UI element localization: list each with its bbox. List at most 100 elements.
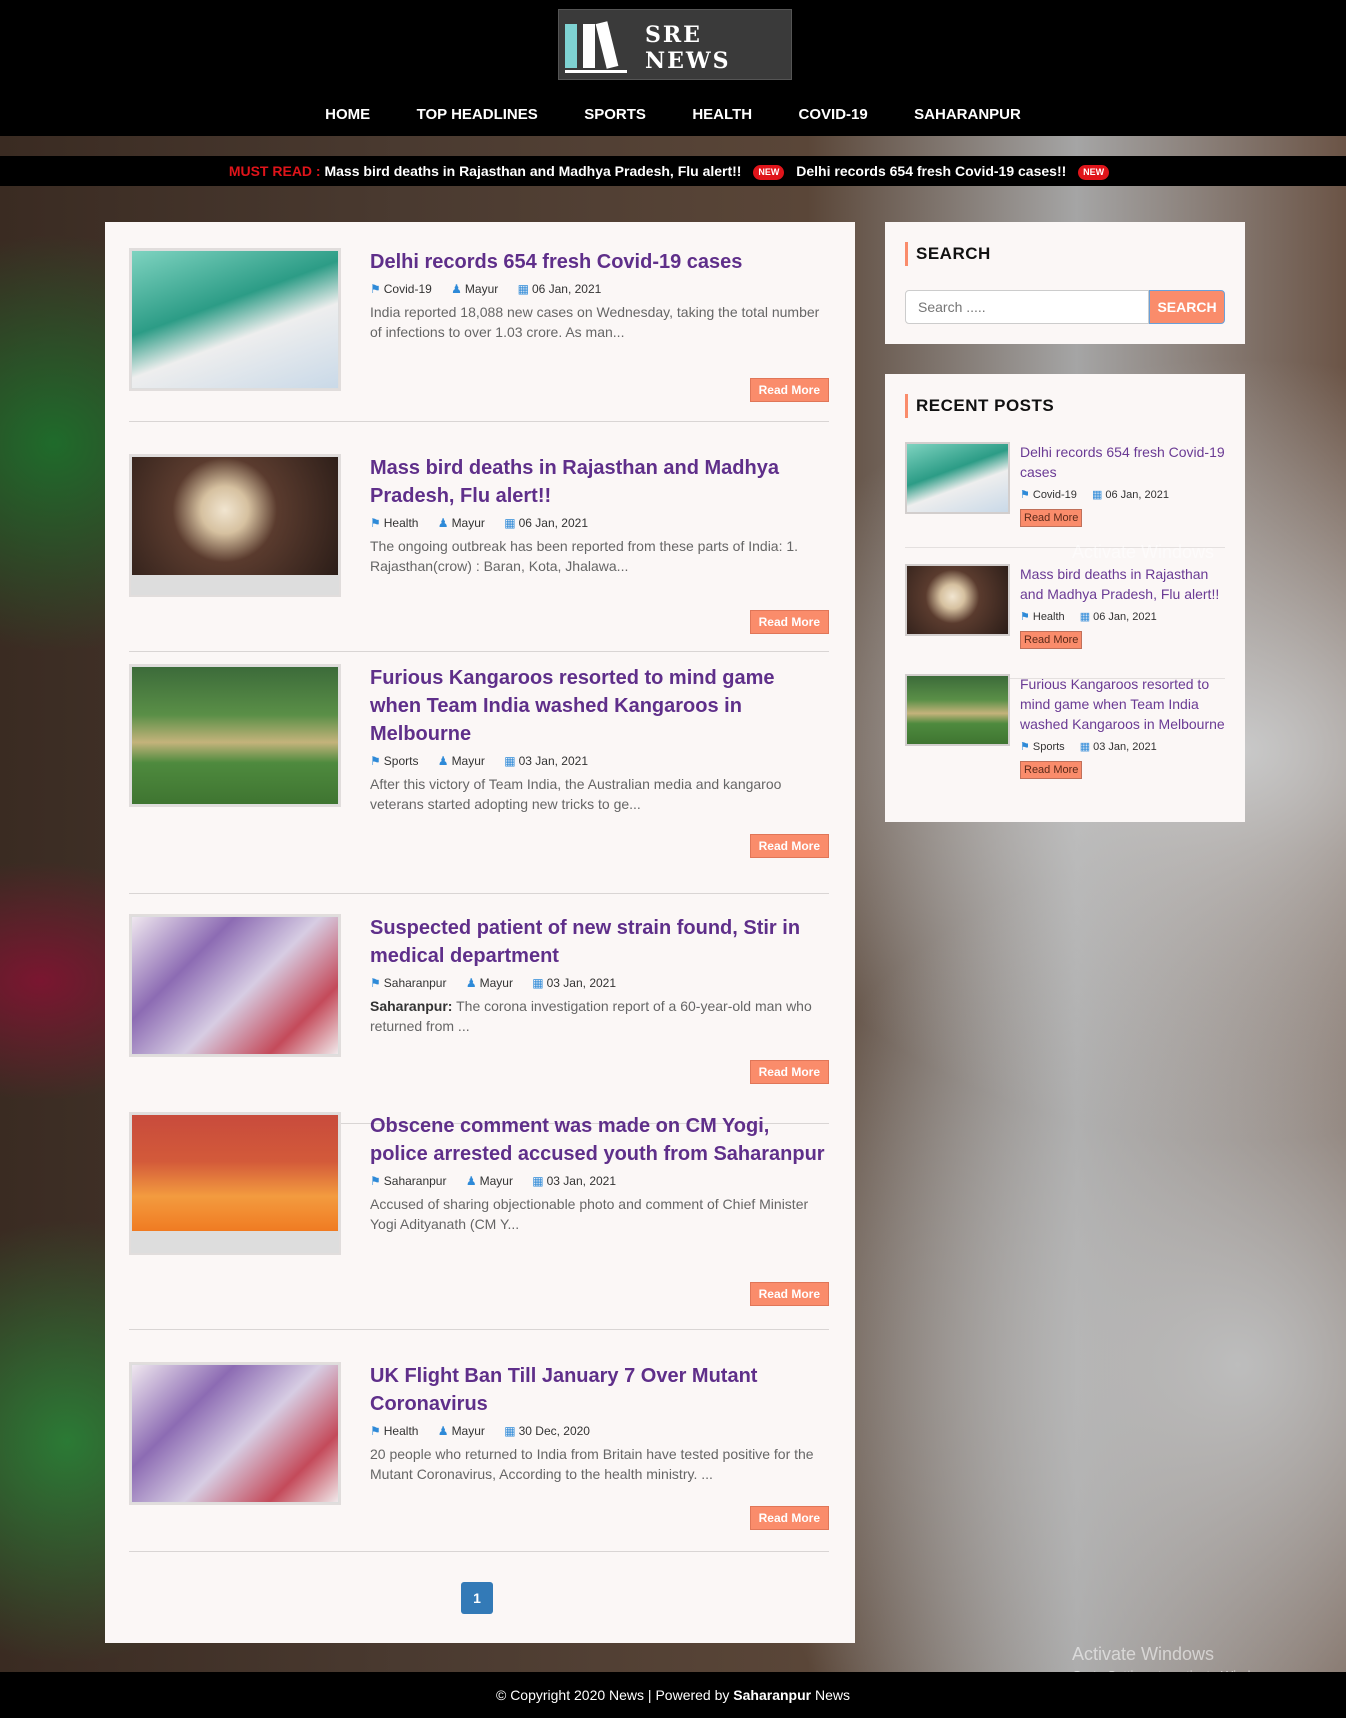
tag-icon: ⚑ bbox=[1020, 489, 1030, 501]
post-thumbnail[interactable] bbox=[129, 664, 341, 807]
post-thumbnail[interactable] bbox=[129, 1362, 341, 1505]
books-icon bbox=[565, 18, 629, 74]
news-ticker: MUST READ : Mass bird deaths in Rajastha… bbox=[0, 156, 1346, 186]
site-footer: © Copyright 2020 News | Powered by Sahar… bbox=[0, 1672, 1346, 1718]
recent-post-title[interactable]: Furious Kangaroos resorted to mind game … bbox=[1020, 674, 1225, 734]
post-item: Furious Kangaroos resorted to mind game … bbox=[129, 664, 829, 894]
post-author[interactable]: ♟ Mayur bbox=[438, 1424, 493, 1438]
nav-saharanpur[interactable]: SAHARANPUR bbox=[914, 100, 1021, 130]
footer-brand[interactable]: Saharanpur bbox=[733, 1687, 811, 1703]
post-author[interactable]: ♟ Mayur bbox=[466, 1174, 521, 1188]
calendar-icon: ▦ bbox=[1091, 489, 1103, 501]
post-author[interactable]: ♟ Mayur bbox=[466, 976, 521, 990]
search-input[interactable] bbox=[905, 290, 1149, 324]
recent-post-title[interactable]: Delhi records 654 fresh Covid-19 cases bbox=[1020, 442, 1225, 482]
main-nav: HOME TOP HEADLINES SPORTS HEALTH COVID-1… bbox=[0, 100, 1346, 130]
recent-posts-widget: RECENT POSTS Delhi records 654 fresh Cov… bbox=[885, 374, 1245, 822]
post-title[interactable]: Obscene comment was made on CM Yogi, pol… bbox=[370, 1112, 830, 1168]
new-badge: NEW bbox=[1078, 164, 1110, 180]
calendar-icon: ▦ bbox=[504, 754, 516, 768]
post-author[interactable]: ♟ Mayur bbox=[451, 282, 506, 296]
footer-suffix: News bbox=[814, 1687, 850, 1703]
search-widget-title: SEARCH bbox=[905, 242, 991, 266]
read-more-button[interactable]: Read More bbox=[749, 1506, 829, 1530]
ticker-item[interactable]: Mass bird deaths in Rajasthan and Madhya… bbox=[324, 163, 741, 179]
hen-photo bbox=[907, 566, 1008, 634]
tag-icon: ⚑ bbox=[370, 754, 381, 768]
post-date: ▦ 03 Jan, 2021 bbox=[532, 1174, 617, 1188]
post-author[interactable]: ♟ Mayur bbox=[438, 754, 493, 768]
read-more-button[interactable]: Read More bbox=[749, 1282, 829, 1306]
recent-read-more-button[interactable]: Read More bbox=[1020, 631, 1083, 649]
post-author[interactable]: ♟ Mayur bbox=[438, 516, 493, 530]
recent-post-thumbnail[interactable] bbox=[905, 564, 1010, 636]
windows-activation-watermark: Activate Windows bbox=[1072, 1644, 1215, 1664]
user-icon: ♟ bbox=[451, 282, 462, 296]
site-logo[interactable]: SRE NEWS bbox=[558, 9, 792, 80]
new-badge: NEW bbox=[753, 164, 785, 180]
post-title[interactable]: Furious Kangaroos resorted to mind game … bbox=[370, 664, 830, 748]
calendar-icon: ▦ bbox=[504, 516, 516, 530]
post-category[interactable]: ⚑ Health bbox=[370, 516, 426, 530]
pagination-current-page[interactable]: 1 bbox=[461, 1582, 493, 1614]
ticker-label: MUST READ : bbox=[228, 163, 321, 179]
post-item: Suspected patient of new strain found, S… bbox=[129, 914, 829, 1124]
post-thumbnail[interactable] bbox=[129, 454, 341, 597]
user-icon: ♟ bbox=[465, 1174, 477, 1188]
post-item: Delhi records 654 fresh Covid-19 cases ⚑… bbox=[129, 248, 829, 422]
nav-sports[interactable]: SPORTS bbox=[584, 100, 646, 130]
post-title[interactable]: UK Flight Ban Till January 7 Over Mutant… bbox=[370, 1362, 830, 1418]
post-category[interactable]: ⚑ Covid-19 bbox=[370, 282, 440, 296]
search-button[interactable]: SEARCH bbox=[1149, 290, 1225, 324]
read-more-button[interactable]: Read More bbox=[749, 834, 829, 858]
post-date: ▦ 03 Jan, 2021 bbox=[504, 754, 588, 768]
user-icon: ♟ bbox=[437, 754, 449, 768]
recent-read-more-button[interactable]: Read More bbox=[1020, 509, 1083, 527]
recent-post-thumbnail[interactable] bbox=[905, 674, 1010, 746]
recent-post-date: ▦ 03 Jan, 2021 bbox=[1079, 741, 1157, 753]
post-thumbnail[interactable] bbox=[129, 248, 341, 391]
tag-icon: ⚑ bbox=[370, 516, 381, 530]
calendar-icon: ▦ bbox=[532, 1174, 544, 1188]
nav-health[interactable]: HEALTH bbox=[692, 100, 752, 130]
post-date: ▦ 03 Jan, 2021 bbox=[532, 976, 617, 990]
recent-post-item: Furious Kangaroos resorted to mind game … bbox=[905, 674, 1225, 804]
ticker-item[interactable]: Delhi records 654 fresh Covid-19 cases!! bbox=[796, 163, 1066, 179]
recent-post-category: ⚑ Covid-19 bbox=[1020, 489, 1077, 501]
post-title[interactable]: Suspected patient of new strain found, S… bbox=[370, 914, 830, 970]
recent-post-item: Delhi records 654 fresh Covid-19 cases ⚑… bbox=[905, 442, 1225, 542]
post-title[interactable]: Delhi records 654 fresh Covid-19 cases bbox=[370, 248, 830, 276]
calendar-icon: ▦ bbox=[517, 282, 529, 296]
recent-post-title[interactable]: Mass bird deaths in Rajasthan and Madhya… bbox=[1020, 564, 1225, 604]
nav-covid-19[interactable]: COVID-19 bbox=[799, 100, 868, 130]
post-thumbnail[interactable] bbox=[129, 914, 341, 1057]
read-more-button[interactable]: Read More bbox=[749, 378, 829, 402]
post-category[interactable]: ⚑ Sports bbox=[370, 754, 426, 768]
recent-posts-title: RECENT POSTS bbox=[905, 394, 1054, 418]
post-item: Mass bird deaths in Rajasthan and Madhya… bbox=[129, 454, 829, 652]
post-thumbnail[interactable] bbox=[129, 1112, 341, 1255]
recent-read-more-button[interactable]: Read More bbox=[1020, 761, 1083, 779]
nav-home[interactable]: HOME bbox=[325, 100, 370, 130]
cricket-photo bbox=[907, 676, 1008, 744]
cricket-photo bbox=[132, 667, 338, 804]
tag-icon: ⚑ bbox=[370, 1174, 381, 1188]
recent-post-category: ⚑ Health bbox=[1020, 611, 1065, 623]
windows-activation-watermark: Activate Windows bbox=[1072, 542, 1215, 562]
user-icon: ♟ bbox=[437, 1424, 449, 1438]
recent-post-thumbnail[interactable] bbox=[905, 442, 1010, 514]
post-title[interactable]: Mass bird deaths in Rajasthan and Madhya… bbox=[370, 454, 830, 510]
post-category[interactable]: ⚑ Saharanpur bbox=[370, 976, 454, 990]
post-date: ▦ 30 Dec, 2020 bbox=[504, 1424, 590, 1438]
nav-top-headlines[interactable]: TOP HEADLINES bbox=[417, 100, 538, 130]
site-header: SRE NEWS HOME TOP HEADLINES SPORTS HEALT… bbox=[0, 0, 1346, 136]
read-more-button[interactable]: Read More bbox=[749, 1060, 829, 1084]
post-category[interactable]: ⚑ Health bbox=[370, 1424, 426, 1438]
read-more-button[interactable]: Read More bbox=[749, 610, 829, 634]
post-category[interactable]: ⚑ Saharanpur bbox=[370, 1174, 454, 1188]
hen-photo bbox=[132, 457, 338, 575]
logo-text: SRE NEWS bbox=[645, 22, 731, 74]
tag-icon: ⚑ bbox=[370, 1424, 381, 1438]
search-widget: SEARCH SEARCH bbox=[885, 222, 1245, 344]
post-excerpt: Saharanpur: The corona investigation rep… bbox=[370, 998, 812, 1034]
